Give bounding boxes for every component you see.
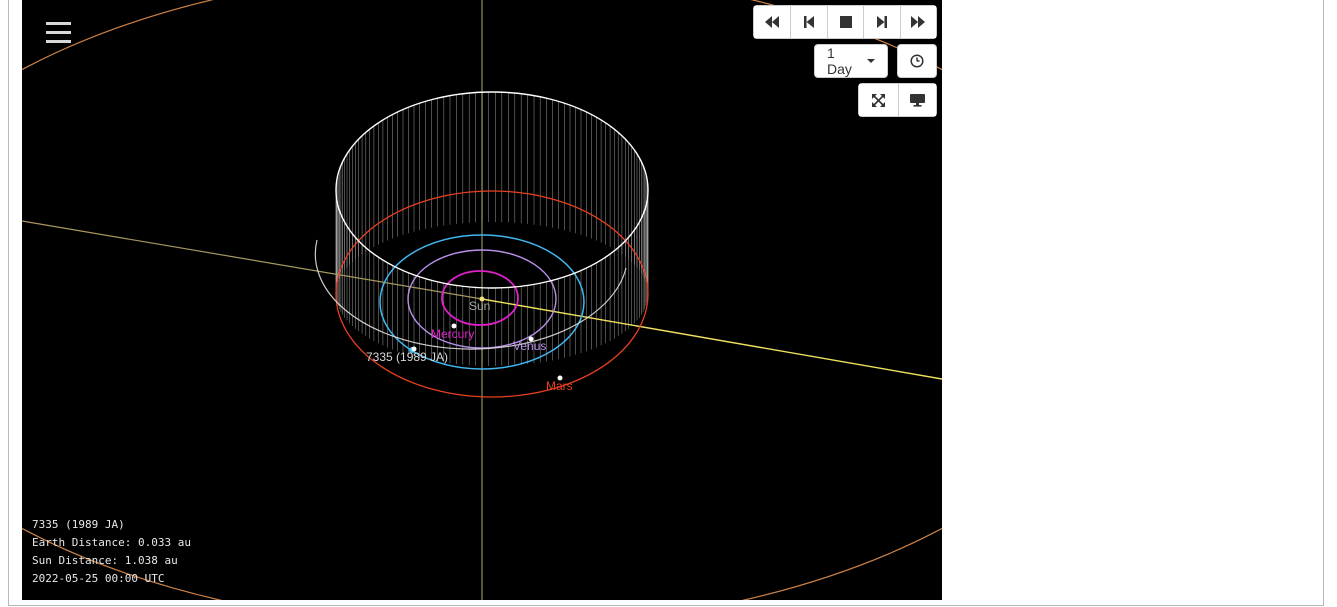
orbit-viewer[interactable]: Sun Mercury Venus Mars 7335 (1989 JA) 1 … <box>22 0 942 600</box>
step-forward-button[interactable] <box>863 6 900 38</box>
fast-forward-icon <box>911 16 926 28</box>
fullscreen-button[interactable] <box>859 84 898 116</box>
menu-button[interactable] <box>42 18 76 48</box>
mercury-label: Mercury <box>431 327 474 341</box>
step-size-dropdown[interactable]: 1 Day <box>814 44 888 78</box>
info-sun-distance: Sun Distance: 1.038 au <box>32 554 178 567</box>
caret-down-icon <box>867 59 875 63</box>
playback-controls <box>753 5 937 39</box>
info-earth-distance: Earth Distance: 0.033 au <box>32 536 191 549</box>
fast-forward-button[interactable] <box>899 6 937 38</box>
clock-icon <box>910 54 924 68</box>
stop-button[interactable] <box>826 6 864 38</box>
venus-label: Venus <box>513 339 546 353</box>
orbit-canvas[interactable]: Sun Mercury Venus Mars 7335 (1989 JA) <box>22 0 942 600</box>
clock-button[interactable] <box>897 44 937 78</box>
ecliptic-axis-right <box>481 298 942 380</box>
fast-backward-icon <box>765 16 780 28</box>
step-size-value: 1 Day <box>827 45 852 77</box>
rewind-button[interactable] <box>754 6 791 38</box>
view-controls <box>858 83 937 117</box>
mars-label: Mars <box>546 379 573 393</box>
ecliptic-axis-left <box>22 220 483 300</box>
monitor-icon <box>909 93 925 107</box>
fullscreen-icon <box>871 93 885 107</box>
display-button[interactable] <box>897 84 936 116</box>
asteroid-drop-lines <box>335 92 649 366</box>
info-datetime: 2022-05-25 00:00 UTC <box>32 572 165 585</box>
sun-label: Sun <box>469 299 490 313</box>
step-backward-icon <box>804 16 815 28</box>
step-forward-icon <box>876 16 887 28</box>
asteroid-label: 7335 (1989 JA) <box>366 350 448 364</box>
info-object-name: 7335 (1989 JA) <box>32 518 125 531</box>
info-panel: 7335 (1989 JA) Earth Distance: 0.033 au … <box>32 516 191 588</box>
stop-icon <box>839 16 852 28</box>
step-back-button[interactable] <box>790 6 827 38</box>
